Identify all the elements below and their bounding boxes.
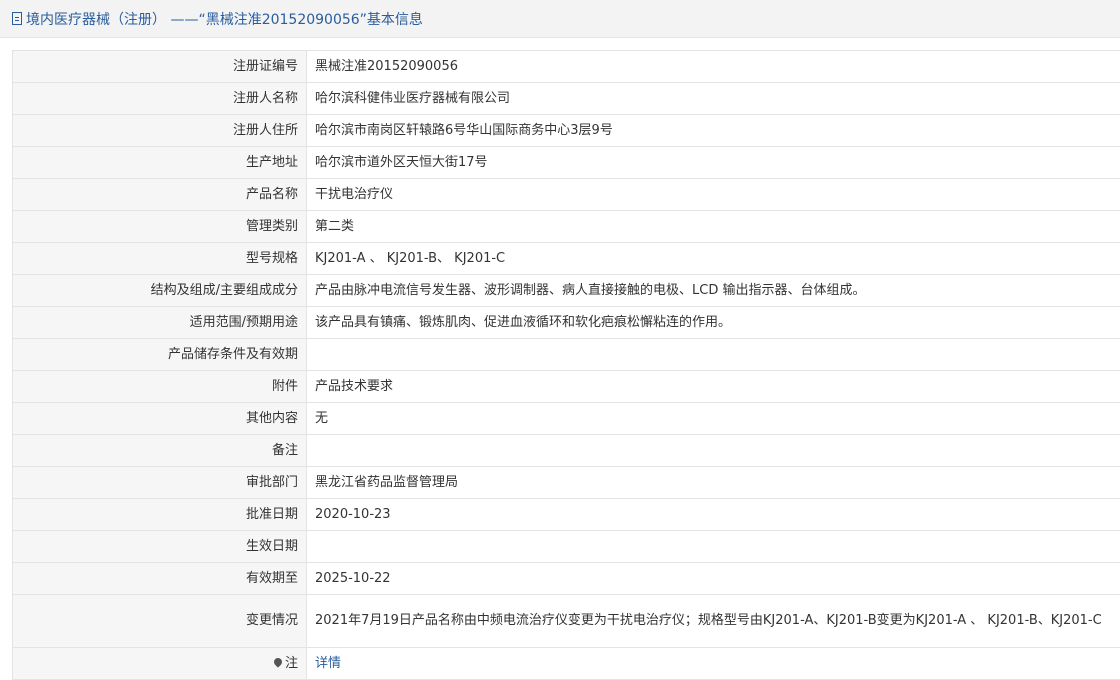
table-row: 适用范围/预期用途 该产品具有镇痛、锻炼肌肉、促进血液循环和软化疤痕松懈粘连的作…	[13, 307, 1120, 339]
field-value: 产品由脉冲电流信号发生器、波形调制器、病人直接接触的电极、LCD 输出指示器、台…	[307, 275, 1120, 307]
table-row: 生效日期	[13, 531, 1120, 563]
field-label: 审批部门	[13, 467, 307, 499]
table-row: 型号规格 KJ201-A 、 KJ201-B、 KJ201-C	[13, 243, 1120, 275]
table-row: 注册人住所 哈尔滨市南岗区轩辕路6号华山国际商务中心3层9号	[13, 115, 1120, 147]
field-value: 无	[307, 403, 1120, 435]
field-label: 变更情况	[13, 595, 307, 648]
table-row: 审批部门 黑龙江省药品监督管理局	[13, 467, 1120, 499]
field-value: KJ201-A 、 KJ201-B、 KJ201-C	[307, 243, 1120, 275]
field-value	[307, 435, 1120, 467]
table-row: 注册证编号 黑械注准20152090056	[13, 51, 1120, 83]
field-value: 2021年7月19日产品名称由中频电流治疗仪变更为干扰电治疗仪；规格型号由KJ2…	[307, 595, 1120, 648]
field-label: 其他内容	[13, 403, 307, 435]
note-label-cell: 注	[13, 648, 307, 680]
field-label: 产品储存条件及有效期	[13, 339, 307, 371]
field-value: 2025-10-22	[307, 563, 1120, 595]
field-label: 生产地址	[13, 147, 307, 179]
table-row: 产品名称 干扰电治疗仪	[13, 179, 1120, 211]
field-label: 备注	[13, 435, 307, 467]
field-label: 生效日期	[13, 531, 307, 563]
table-row: 有效期至 2025-10-22	[13, 563, 1120, 595]
page-title-bar: 境内医疗器械（注册） ——“黑械注准20152090056”基本信息	[0, 0, 1120, 38]
table-row: 变更情况 2021年7月19日产品名称由中频电流治疗仪变更为干扰电治疗仪；规格型…	[13, 595, 1120, 648]
field-value: 哈尔滨市道外区天恒大街17号	[307, 147, 1120, 179]
table-row: 其他内容 无	[13, 403, 1120, 435]
field-value	[307, 531, 1120, 563]
table-row: 注册人名称 哈尔滨科健伟业医疗器械有限公司	[13, 83, 1120, 115]
field-label: 附件	[13, 371, 307, 403]
table-row: 批准日期 2020-10-23	[13, 499, 1120, 531]
pin-icon	[272, 656, 283, 667]
field-label: 结构及组成/主要组成成分	[13, 275, 307, 307]
table-row: 生产地址 哈尔滨市道外区天恒大街17号	[13, 147, 1120, 179]
field-label: 批准日期	[13, 499, 307, 531]
info-table: 注册证编号 黑械注准20152090056 注册人名称 哈尔滨科健伟业医疗器械有…	[12, 50, 1120, 680]
note-label: 注	[285, 656, 298, 671]
field-label: 注册人住所	[13, 115, 307, 147]
field-value: 干扰电治疗仪	[307, 179, 1120, 211]
table-row: 附件 产品技术要求	[13, 371, 1120, 403]
table-row: 管理类别 第二类	[13, 211, 1120, 243]
note-row: 注 详情	[13, 648, 1120, 680]
field-value: 产品技术要求	[307, 371, 1120, 403]
table-row: 产品储存条件及有效期	[13, 339, 1120, 371]
field-label: 注册证编号	[13, 51, 307, 83]
field-value: 2020-10-23	[307, 499, 1120, 531]
table-row: 备注	[13, 435, 1120, 467]
field-label: 产品名称	[13, 179, 307, 211]
document-icon	[12, 12, 22, 25]
field-value: 哈尔滨科健伟业医疗器械有限公司	[307, 83, 1120, 115]
field-value: 第二类	[307, 211, 1120, 243]
field-value: 哈尔滨市南岗区轩辕路6号华山国际商务中心3层9号	[307, 115, 1120, 147]
table-row: 结构及组成/主要组成成分 产品由脉冲电流信号发生器、波形调制器、病人直接接触的电…	[13, 275, 1120, 307]
field-label: 注册人名称	[13, 83, 307, 115]
page-title: 境内医疗器械（注册） ——“黑械注准20152090056”基本信息	[26, 9, 423, 29]
field-value: 黑械注准20152090056	[307, 51, 1120, 83]
details-link[interactable]: 详情	[315, 656, 341, 671]
field-label: 型号规格	[13, 243, 307, 275]
field-value: 黑龙江省药品监督管理局	[307, 467, 1120, 499]
note-value-cell: 详情	[307, 648, 1120, 680]
field-label: 适用范围/预期用途	[13, 307, 307, 339]
field-value	[307, 339, 1120, 371]
field-label: 管理类别	[13, 211, 307, 243]
field-value: 该产品具有镇痛、锻炼肌肉、促进血液循环和软化疤痕松懈粘连的作用。	[307, 307, 1120, 339]
field-label: 有效期至	[13, 563, 307, 595]
